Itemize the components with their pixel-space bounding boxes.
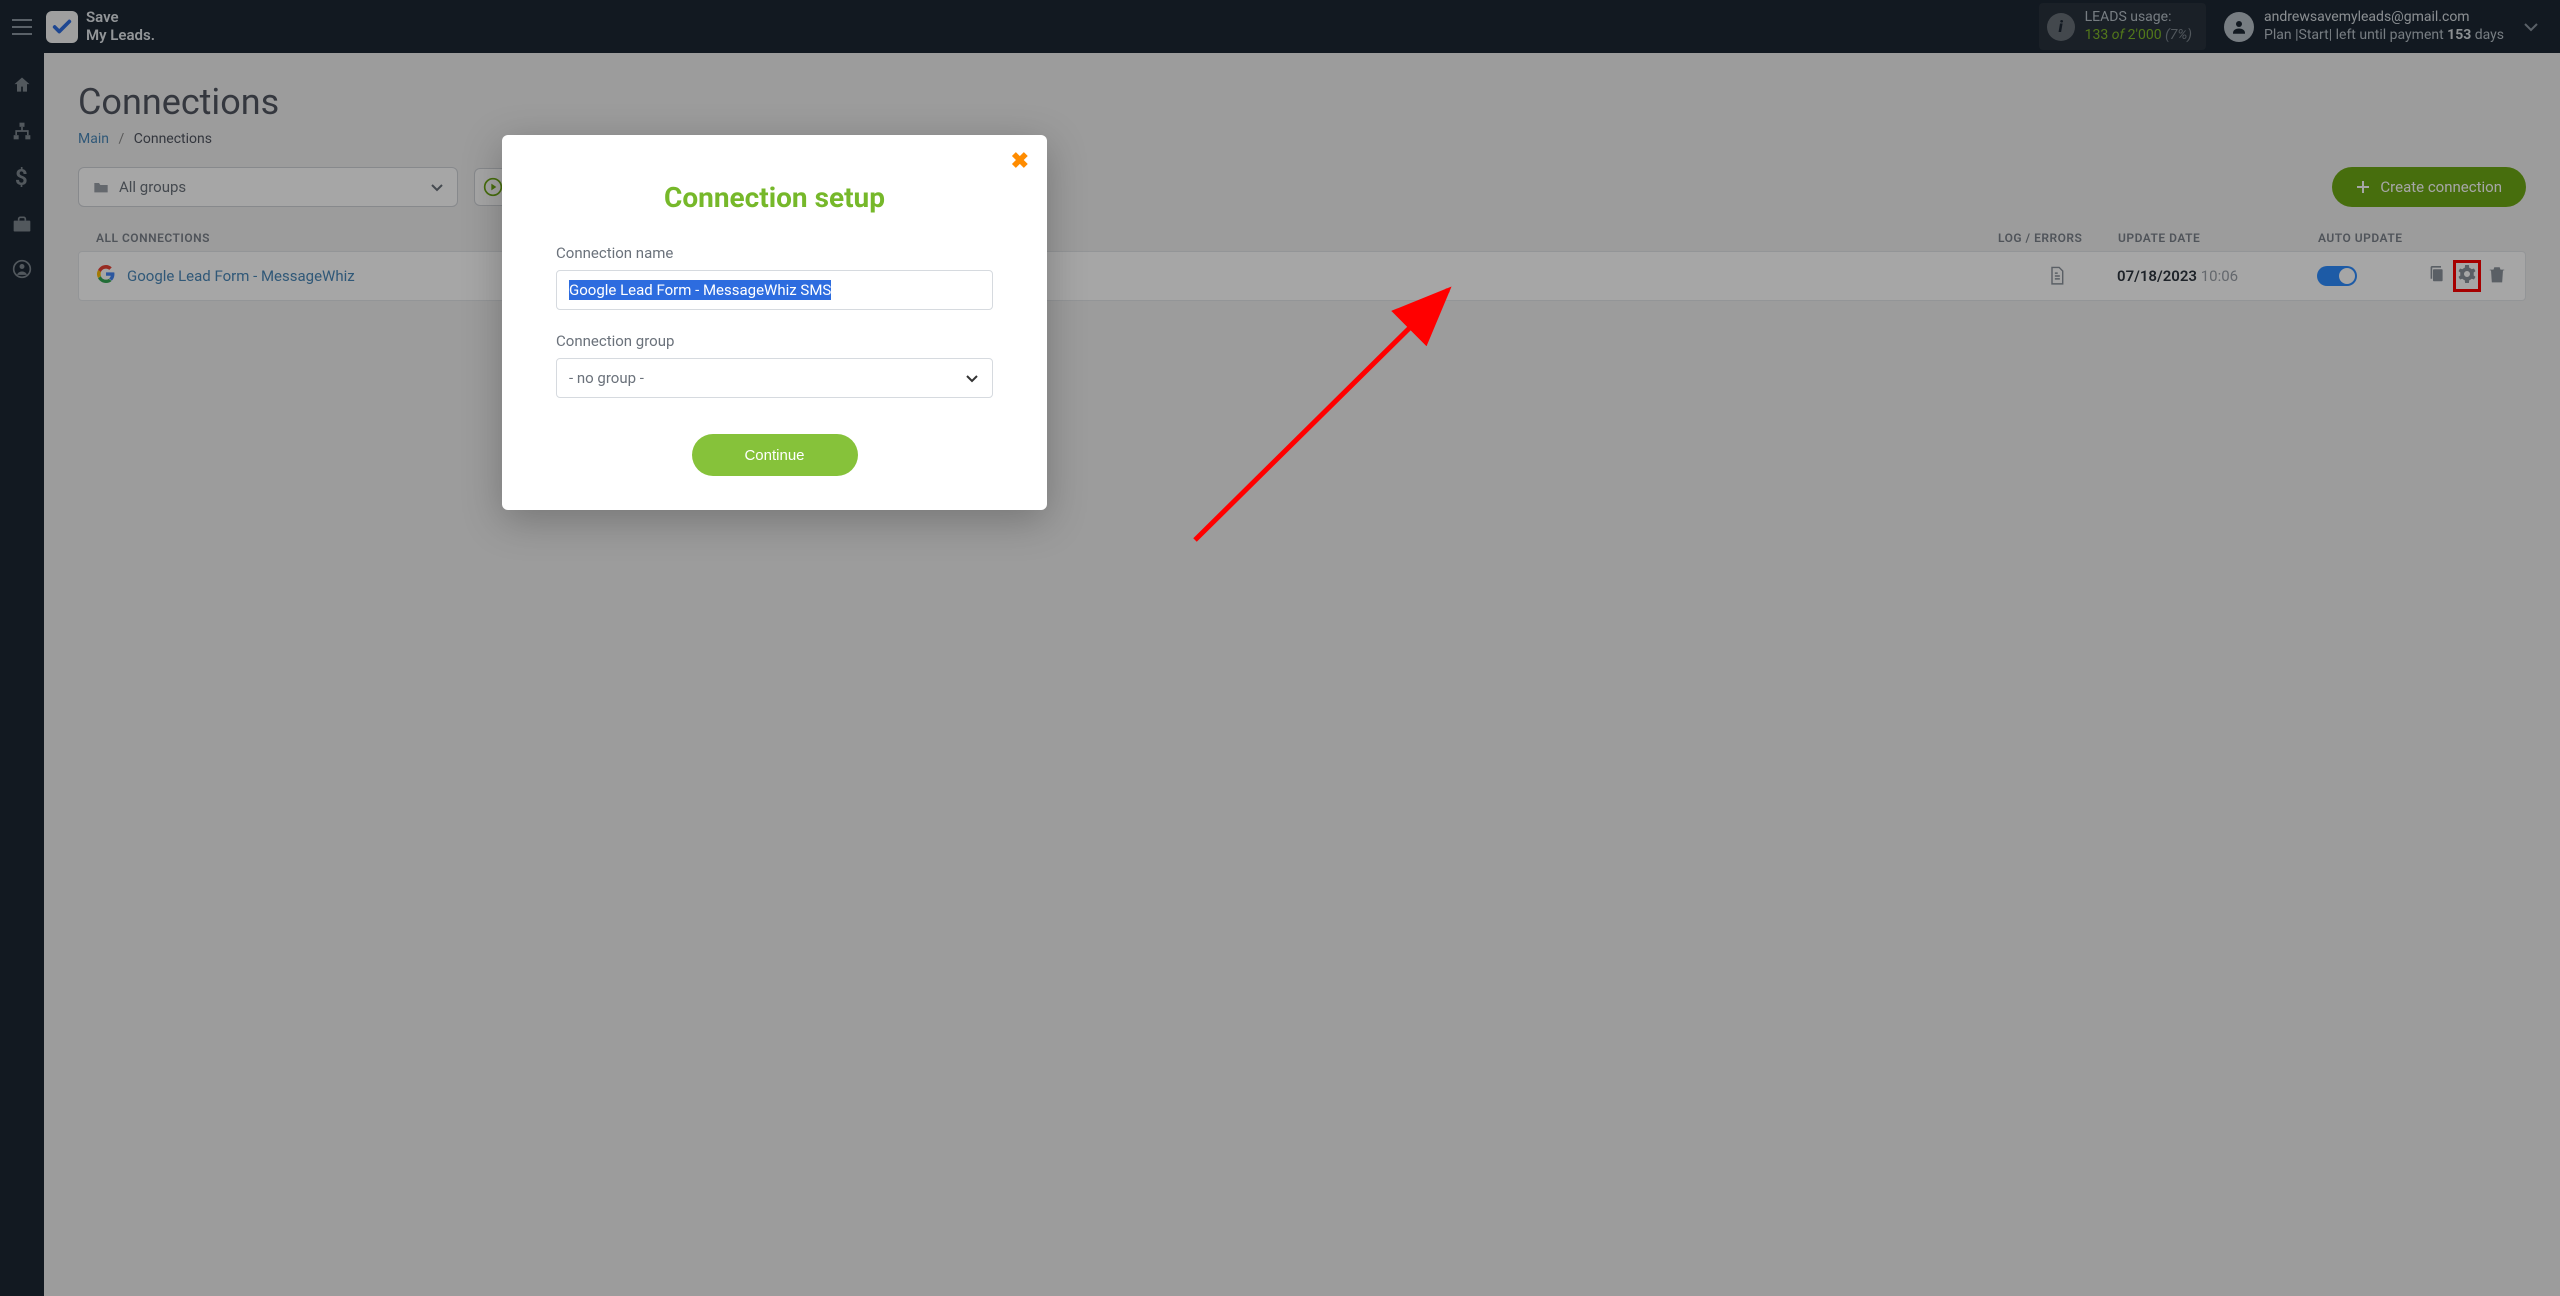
connection-setup-modal: ✖ Connection setup Connection name Googl… — [502, 135, 1047, 510]
modal-close-button[interactable]: ✖ — [1011, 149, 1029, 174]
continue-label: Continue — [744, 447, 804, 464]
continue-button[interactable]: Continue — [692, 434, 858, 476]
chevron-down-icon — [966, 369, 978, 387]
connection-group-label: Connection group — [556, 332, 993, 350]
connection-name-value: Google Lead Form - MessageWhiz SMS — [569, 280, 831, 300]
connection-name-label: Connection name — [556, 244, 993, 262]
modal-backdrop[interactable] — [0, 0, 2560, 1296]
modal-title: Connection setup — [556, 181, 993, 214]
connection-group-select[interactable]: - no group - — [556, 358, 993, 398]
connection-name-input[interactable]: Google Lead Form - MessageWhiz SMS — [556, 270, 993, 310]
close-icon: ✖ — [1011, 149, 1029, 174]
connection-group-value: - no group - — [569, 369, 644, 387]
